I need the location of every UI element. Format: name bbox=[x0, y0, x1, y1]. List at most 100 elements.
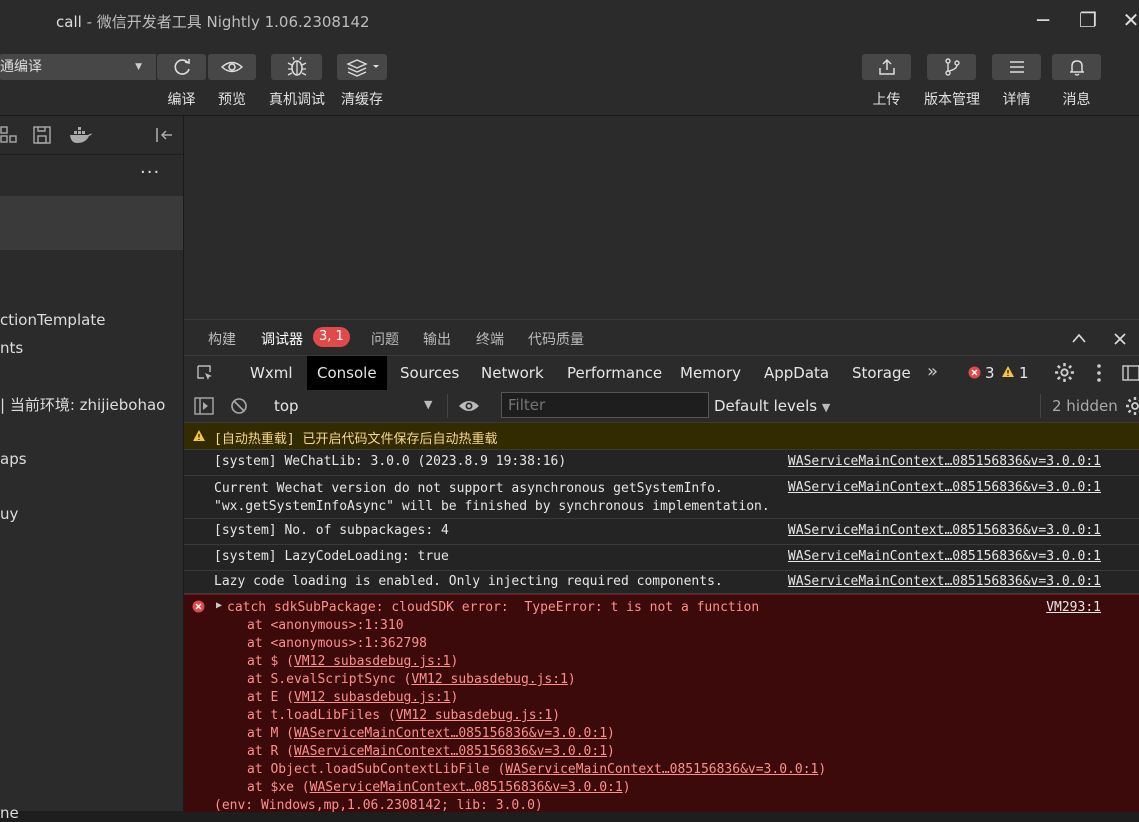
tab-appdata[interactable]: AppData bbox=[754, 356, 839, 390]
docker-icon[interactable] bbox=[68, 125, 94, 145]
warning-icon bbox=[1002, 366, 1014, 377]
console-source-link[interactable]: WAServiceMainContext…085156836&v=3.0.0:1 bbox=[788, 480, 1101, 495]
warning-count[interactable]: 1 bbox=[1019, 364, 1029, 382]
tab-issues[interactable]: 问题 bbox=[371, 329, 399, 349]
console-message: [system] LazyCodeLoading: true bbox=[214, 549, 449, 564]
stack-frame-link[interactable]: VM12 subasdebug.js:1 bbox=[396, 708, 553, 723]
preview-button[interactable] bbox=[208, 54, 256, 80]
tree-item[interactable]: | 当前环境: zhijiebohao bbox=[0, 394, 165, 415]
messages-button[interactable] bbox=[1052, 54, 1101, 80]
tab-storage[interactable]: Storage bbox=[842, 356, 921, 390]
stack-frame-link[interactable]: WAServiceMainContext…085156836&v=3.0.0:1 bbox=[294, 726, 607, 741]
stack-frame: at M (WAServiceMainContext…085156836&v=3… bbox=[247, 726, 615, 741]
details-button[interactable] bbox=[992, 54, 1041, 80]
title-bar: call - 微信开发者工具 Nightly 1.06.2308142 ─ ❐ … bbox=[0, 0, 1139, 40]
kebab-menu-icon[interactable] bbox=[1095, 363, 1103, 383]
details-label: 详情 bbox=[1002, 92, 1031, 108]
upload-button[interactable] bbox=[862, 54, 911, 80]
save-icon[interactable] bbox=[32, 125, 52, 145]
filter-input[interactable] bbox=[501, 392, 709, 418]
tab-console[interactable]: Console bbox=[307, 356, 387, 390]
context-select[interactable]: top bbox=[274, 397, 299, 415]
sidebar-toolbar bbox=[0, 116, 183, 155]
tab-build[interactable]: 构建 bbox=[208, 329, 236, 349]
tab-terminal[interactable]: 终端 bbox=[476, 329, 504, 349]
sidebar-toggle-icon[interactable] bbox=[194, 397, 214, 415]
chevron-down-icon[interactable]: ▼ bbox=[424, 398, 432, 411]
refresh-icon bbox=[174, 59, 190, 75]
tab-wxml[interactable]: Wxml bbox=[240, 356, 303, 390]
divider bbox=[447, 394, 448, 418]
bell-icon bbox=[1069, 60, 1084, 76]
compile-button[interactable] bbox=[157, 54, 206, 80]
tab-sources[interactable]: Sources bbox=[390, 356, 469, 390]
compile-mode-select[interactable]: 通编译 ▼ bbox=[0, 54, 156, 80]
error-count[interactable]: 3 bbox=[985, 364, 995, 382]
close-icon[interactable] bbox=[1113, 332, 1127, 346]
selected-tree-item[interactable] bbox=[0, 196, 183, 250]
divider bbox=[1040, 394, 1041, 418]
tree-item[interactable]: uy bbox=[0, 505, 18, 523]
maximize-button[interactable]: ❐ bbox=[1074, 6, 1102, 34]
project-name: call bbox=[56, 13, 82, 31]
chevron-up-icon[interactable] bbox=[1071, 332, 1087, 344]
stack-frame: at E (VM12 subasdebug.js:1) bbox=[247, 690, 459, 705]
console-settings-icon[interactable] bbox=[1125, 396, 1139, 416]
console-filter-bar: top ▼ Default levels ▼ 2 hidden bbox=[184, 390, 1139, 423]
warning-icon bbox=[193, 430, 205, 441]
console-source-link[interactable]: WAServiceMainContext…085156836&v=3.0.0:1 bbox=[788, 549, 1101, 564]
clear-console-icon[interactable] bbox=[230, 397, 248, 415]
clear-cache-button[interactable] bbox=[337, 54, 387, 80]
console-source-link[interactable]: WAServiceMainContext…085156836&v=3.0.0:1 bbox=[788, 523, 1101, 538]
tab-code-quality[interactable]: 代码质量 bbox=[528, 329, 584, 349]
log-levels-select[interactable]: Default levels ▼ bbox=[714, 397, 830, 415]
real-device-debug-button[interactable] bbox=[271, 54, 322, 80]
chevron-down-icon: ▼ bbox=[821, 401, 831, 414]
tab-debugger[interactable]: 调试器 bbox=[261, 329, 303, 349]
console-source-link[interactable]: WAServiceMainContext…085156836&v=3.0.0:1 bbox=[788, 574, 1101, 589]
stack-frame-link[interactable]: WAServiceMainContext…085156836&v=3.0.0:1 bbox=[505, 762, 818, 777]
stack-frame-link[interactable]: VM12 subasdebug.js:1 bbox=[294, 654, 451, 669]
gear-icon[interactable] bbox=[1054, 362, 1075, 383]
stack-frame: at <anonymous>:1:310 bbox=[247, 618, 404, 633]
stack-frame-link[interactable]: VM12 subasdebug.js:1 bbox=[411, 672, 568, 687]
stack-frame: at t.loadLibFiles (VM12 subasdebug.js:1) bbox=[247, 708, 561, 723]
more-tabs-button[interactable]: » bbox=[927, 361, 938, 382]
minimize-button[interactable]: ─ bbox=[1029, 6, 1057, 34]
dock-side-icon[interactable] bbox=[1122, 364, 1139, 382]
console-error-row: ▶ catch sdkSubPackage: cloudSDK error: T… bbox=[184, 594, 1139, 813]
console-message: Current Wechat version do not support as… bbox=[214, 481, 770, 514]
tab-memory[interactable]: Memory bbox=[670, 356, 751, 390]
console-source-link[interactable]: VM293:1 bbox=[1046, 600, 1101, 615]
console-output: [自动热重载] 已开启代码文件保存后自动热重载 [system] WeChatL… bbox=[184, 423, 1139, 813]
tree-item[interactable]: nts bbox=[0, 339, 23, 357]
tab-output[interactable]: 输出 bbox=[423, 329, 451, 349]
console-source-link[interactable]: WAServiceMainContext…085156836&v=3.0.0:1 bbox=[788, 454, 1101, 469]
console-message: [自动热重载] 已开启代码文件保存后自动热重载 bbox=[214, 432, 498, 447]
tree-item[interactable]: ctionTemplate bbox=[0, 311, 105, 329]
version-control-button[interactable] bbox=[927, 54, 976, 80]
compile-mode-value: 通编译 bbox=[0, 59, 42, 75]
branch-icon bbox=[944, 58, 960, 76]
stack-frame-link[interactable]: WAServiceMainContext…085156836&v=3.0.0:1 bbox=[294, 744, 607, 759]
messages-label: 消息 bbox=[1062, 92, 1091, 108]
eye-icon[interactable] bbox=[458, 397, 480, 415]
tree-item[interactable]: ne bbox=[0, 804, 19, 822]
sidebar-more-button[interactable]: ··· bbox=[140, 162, 160, 183]
close-button[interactable]: ✕ bbox=[1117, 6, 1139, 34]
main-toolbar: 通编译 ▼ 编译 预览 真机调试 清缓存 上传 版本管理 详情 消息 bbox=[0, 40, 1139, 116]
debugger-count-badge: 3, 1 bbox=[313, 327, 350, 347]
file-explorer-sidebar: ··· ctionTemplate nts | 当前环境: zhijieboha… bbox=[0, 116, 184, 822]
console-row: Lazy code loading is enabled. Only injec… bbox=[184, 571, 1139, 594]
tree-item[interactable]: aps bbox=[0, 450, 27, 468]
inspect-element-icon[interactable] bbox=[196, 364, 214, 382]
expand-triangle-icon[interactable]: ▶ bbox=[216, 600, 222, 611]
tab-performance[interactable]: Performance bbox=[557, 356, 672, 390]
tab-network[interactable]: Network bbox=[471, 356, 554, 390]
stack-frame-link[interactable]: VM12 subasdebug.js:1 bbox=[294, 690, 451, 705]
components-icon[interactable] bbox=[0, 125, 20, 145]
stack-frame-link[interactable]: WAServiceMainContext…085156836&v=3.0.0:1 bbox=[310, 780, 623, 795]
menu-icon bbox=[1009, 61, 1024, 73]
console-row: [system] WeChatLib: 3.0.0 (2023.8.9 19:3… bbox=[184, 450, 1139, 476]
collapse-sidebar-icon[interactable] bbox=[154, 125, 174, 145]
